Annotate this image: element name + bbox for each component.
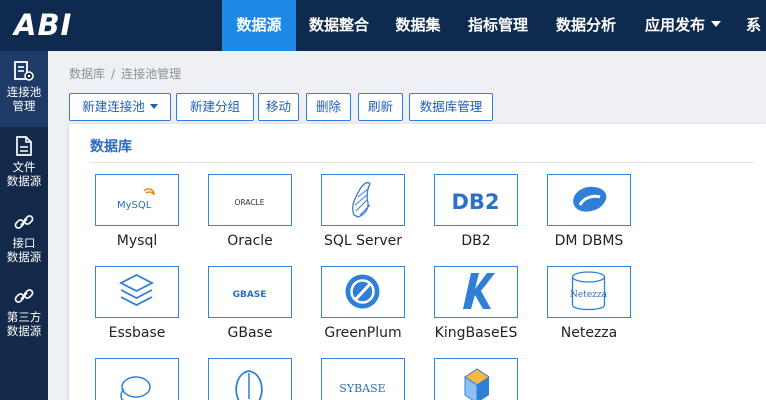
netezza-card[interactable]: Netezza (547, 266, 631, 318)
sybase-logo-text: SYBASE (339, 382, 385, 395)
button-label: 新建连接池 (82, 99, 145, 114)
greenplum-card[interactable] (321, 266, 405, 318)
sidebar-item-label: 接口 数据源 (6, 236, 42, 264)
gbase-card[interactable]: GBASE (208, 266, 292, 318)
db-name-dm-dbms: DM DBMS (554, 233, 624, 249)
database-panel: 数据库 MySQL Mysql ORACLE Oracle SQL Server… (69, 124, 766, 400)
kingbase-card[interactable] (434, 266, 518, 318)
chevron-down-icon (711, 21, 721, 27)
button-label: 数据库管理 (419, 99, 483, 114)
essbase-card[interactable] (95, 266, 179, 318)
mysql-logo-icon: MySQL (117, 188, 155, 211)
panel-divider (90, 162, 754, 163)
nav-label: 数据源 (236, 16, 282, 34)
nav-item-app-publish[interactable]: 应用发布 (636, 0, 730, 51)
cube-db-card[interactable] (434, 358, 518, 400)
panel-title: 数据库 (90, 139, 132, 155)
essbase-logo-icon (119, 273, 154, 307)
db2-logo-icon: DB2 (451, 190, 499, 214)
nav-item-system[interactable]: 系 (746, 0, 766, 51)
database-manage-button[interactable]: 数据库管理 (409, 93, 493, 121)
db-name-sql-server: SQL Server (323, 233, 403, 249)
nav-label: 指标管理 (467, 16, 528, 34)
new-connection-pool-button[interactable]: 新建连接池 (69, 93, 171, 121)
postgresql-card[interactable] (208, 358, 292, 400)
nav-item-dataset[interactable]: 数据集 (384, 0, 452, 51)
db-name-kingbase: KingBaseES (434, 325, 518, 341)
link-icon (14, 215, 34, 229)
sidebar-item-third-party-source[interactable]: 第三方 数据源 (0, 285, 48, 351)
sidebar-item-connection-pool[interactable]: 连接池 管理 (0, 51, 48, 127)
new-group-button[interactable]: 新建分组 (176, 93, 254, 121)
abi-logo: ABI (14, 8, 73, 42)
dm-dbms-card[interactable] (547, 174, 631, 226)
nav-label: 应用发布 (644, 16, 705, 34)
nav-item-analysis[interactable]: 数据分析 (546, 0, 626, 51)
db-name-mysql: Mysql (116, 233, 158, 249)
button-label: 刷新 (367, 99, 393, 114)
db-name-db2: DB2 (461, 233, 491, 249)
kingbase-logo-icon (463, 273, 495, 309)
connection-pool-icon (14, 61, 34, 81)
button-label: 新建分组 (189, 99, 240, 114)
gbase-logo-icon: GBASE (233, 290, 267, 300)
dm-dbms-logo-icon (573, 186, 607, 212)
sidebar-item-api-source[interactable]: 接口 数据源 (0, 211, 48, 277)
button-label: 删除 (315, 99, 341, 114)
oracle-logo-icon: ORACLE (235, 198, 265, 207)
postgresql-elephant-logo-icon (235, 370, 263, 400)
db-name-netezza: Netezza (560, 325, 618, 341)
db-name-greenplum: GreenPlum (324, 325, 402, 341)
breadcrumb: 数据库 / 连接池管理 (69, 65, 181, 82)
sybase-card[interactable]: SYBASE (321, 358, 405, 400)
greenplum-logo-icon (345, 274, 380, 309)
db2-card[interactable]: DB2 (434, 174, 518, 226)
nav-item-metrics[interactable]: 指标管理 (458, 0, 538, 51)
sidebar-item-label: 文件 数据源 (6, 160, 42, 188)
delete-button[interactable]: 删除 (306, 93, 351, 121)
gbase-logo-text: GBASE (233, 290, 267, 300)
sybase-logo-icon: SYBASE (339, 382, 385, 395)
nav-label: 系 (746, 16, 762, 34)
breadcrumb-separator: / (111, 67, 116, 81)
sidebar: 连接池 管理 文件 数据源 接口 数据源 第三方 数据源 (0, 51, 48, 400)
button-label: 移动 (265, 99, 291, 114)
netezza-logo-icon: Netezza (570, 271, 608, 311)
nav-item-data-integration[interactable]: 数据整合 (300, 0, 378, 51)
sidebar-item-label: 连接池 管理 (6, 85, 42, 113)
mysql-card[interactable]: MySQL (95, 174, 179, 226)
file-icon (16, 136, 32, 156)
breadcrumb-root[interactable]: 数据库 (69, 67, 105, 81)
sidebar-item-file-source[interactable]: 文件 数据源 (0, 135, 48, 201)
sidebar-item-label: 第三方 数据源 (6, 310, 42, 338)
hadoop-elephant-logo-icon (120, 376, 151, 400)
mysql-logo-text: MySQL (117, 200, 152, 211)
oracle-logo-text: ORACLE (235, 198, 265, 207)
db2-logo-text: DB2 (451, 190, 499, 214)
cube-logo-icon (464, 368, 490, 400)
db-name-oracle: Oracle (227, 233, 273, 249)
netezza-logo-text: Netezza (570, 290, 608, 300)
nav-label: 数据整合 (308, 16, 369, 34)
nav-item-data-source[interactable]: 数据源 (222, 0, 296, 51)
breadcrumb-current: 连接池管理 (121, 67, 182, 81)
top-navigation-bar: ABI 数据源 数据整合 数据集 指标管理 数据分析 应用发布 系 (0, 0, 766, 51)
link-icon (14, 289, 34, 303)
db-name-gbase: GBase (227, 325, 273, 341)
refresh-button[interactable]: 刷新 (358, 93, 403, 121)
nav-label: 数据分析 (555, 16, 616, 34)
sql-server-logo-icon (352, 182, 371, 218)
sql-server-card[interactable] (321, 174, 405, 226)
hadoop-card[interactable] (95, 358, 179, 400)
oracle-card[interactable]: ORACLE (208, 174, 292, 226)
db-name-essbase: Essbase (108, 325, 166, 341)
chevron-down-icon (149, 104, 158, 109)
move-button[interactable]: 移动 (258, 93, 299, 121)
nav-label: 数据集 (395, 16, 441, 34)
